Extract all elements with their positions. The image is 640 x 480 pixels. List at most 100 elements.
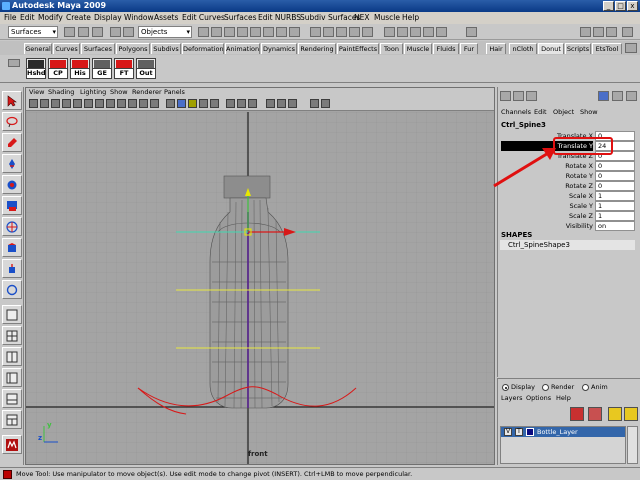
shelf-button-his[interactable]: His — [70, 58, 90, 79]
snap-point-icon[interactable] — [336, 27, 347, 37]
shelf-options-icon[interactable] — [8, 59, 20, 67]
textured-icon[interactable] — [277, 99, 286, 108]
hud-icon[interactable] — [288, 99, 297, 108]
smooth-shade-icon[interactable] — [177, 99, 186, 108]
attr-row-scale-z[interactable]: Scale Z 1 — [498, 211, 637, 221]
xray-joints-icon[interactable] — [237, 99, 246, 108]
attr-row-scale-y[interactable]: Scale Y 1 — [498, 201, 637, 211]
menu-subdiv-surfaces[interactable]: Subdiv Surfaces — [300, 13, 360, 23]
soft-mod-tool[interactable] — [2, 238, 22, 257]
shelf-tab-deformation[interactable]: Deformation — [182, 43, 224, 54]
shelf-tab-general[interactable]: General — [24, 43, 52, 54]
menu-edit-curves[interactable]: Edit Curves — [182, 13, 225, 23]
universal-manipulator-tool[interactable] — [2, 217, 22, 236]
channel-box-icon[interactable] — [500, 91, 511, 101]
viewport-options-icon[interactable] — [321, 99, 330, 108]
viewport-menu-view[interactable]: View — [29, 88, 44, 97]
select-rendering-icon[interactable] — [276, 27, 287, 37]
shelf-button-ft[interactable]: FT — [114, 58, 134, 79]
shape-node-row[interactable]: Ctrl_SpineShape3 — [500, 240, 635, 250]
menu-edit-nurbs[interactable]: Edit NURBS — [258, 13, 301, 23]
layer-menu-options[interactable]: Options — [526, 393, 551, 403]
layer-menu-help[interactable]: Help — [556, 393, 571, 403]
select-surfaces-icon[interactable] — [237, 27, 248, 37]
shelf-tab-rendering[interactable]: Rendering — [298, 43, 336, 54]
ipr-render-icon[interactable] — [423, 27, 434, 37]
attr-value-field[interactable]: on — [595, 221, 635, 231]
maximize-button[interactable]: □ — [615, 1, 626, 11]
selected-object-name[interactable]: Ctrl_Spine3 — [501, 121, 546, 129]
cb-menu-edit[interactable]: Edit — [534, 107, 547, 117]
resolution-gate-icon[interactable] — [95, 99, 104, 108]
layer-editor-icon[interactable] — [513, 91, 524, 101]
channel-layer-icon[interactable] — [526, 91, 537, 101]
rotate-tool[interactable] — [2, 175, 22, 194]
make-live-icon[interactable] — [362, 27, 373, 37]
menu-file[interactable]: File — [4, 13, 17, 23]
safe-title-icon[interactable] — [139, 99, 148, 108]
menu-surfaces[interactable]: Surfaces — [224, 13, 256, 23]
shelf-tab-ncloth[interactable]: nCloth — [509, 43, 537, 54]
shelf-button-cp[interactable]: CP — [48, 58, 68, 79]
menu-create[interactable]: Create — [66, 13, 91, 23]
tool-settings-icon[interactable] — [612, 91, 623, 101]
move-tool[interactable] — [2, 154, 22, 173]
layout-hypershade[interactable] — [2, 410, 22, 429]
layer-mode-render[interactable]: Render — [542, 383, 574, 392]
grid-toggle-icon[interactable] — [73, 99, 82, 108]
render-current-frame-icon[interactable] — [410, 27, 421, 37]
layer-name[interactable]: Bottle_Layer — [537, 427, 578, 437]
render-settings-icon[interactable] — [436, 27, 447, 37]
shelf-tab-scripts[interactable]: Scripts — [565, 43, 591, 54]
menu-muscle[interactable]: Muscle — [374, 13, 400, 23]
select-deformations-icon[interactable] — [250, 27, 261, 37]
layer-template-toggle[interactable]: T — [515, 428, 523, 436]
high-quality-icon[interactable] — [266, 99, 275, 108]
scale-tool[interactable] — [2, 196, 22, 215]
history-icon[interactable] — [384, 27, 395, 37]
snap-curve-icon[interactable] — [323, 27, 334, 37]
cb-menu-show[interactable]: Show — [580, 107, 598, 117]
shelf-tab-surfaces[interactable]: Surfaces — [81, 43, 115, 54]
menu-nex[interactable]: NEX — [354, 13, 370, 23]
select-tool[interactable] — [2, 91, 22, 110]
select-curves-icon[interactable] — [224, 27, 235, 37]
layout-persp-outliner[interactable] — [2, 368, 22, 387]
viewport-menu-renderer[interactable]: Renderer — [132, 88, 162, 97]
new-scene-icon[interactable] — [64, 27, 75, 37]
shelf-tab-etstool[interactable]: EtsTool — [592, 43, 622, 54]
shelf-tab-polygons[interactable]: Polygons — [116, 43, 150, 54]
shelf-tab-donut[interactable]: Donut — [538, 43, 564, 54]
snap-grid-icon[interactable] — [310, 27, 321, 37]
menu-display[interactable]: Display — [94, 13, 122, 23]
shelf-tab-animation[interactable]: Animation — [225, 43, 260, 54]
select-dynamics-icon[interactable] — [263, 27, 274, 37]
show-channel-box-icon[interactable] — [606, 27, 617, 37]
shelf-tab-toon[interactable]: Toon — [380, 43, 403, 54]
layer-list-scrollbar[interactable] — [627, 426, 638, 464]
last-used-tool[interactable] — [2, 280, 22, 299]
default-light-icon[interactable] — [188, 99, 197, 108]
viewport-2-icon[interactable] — [310, 99, 319, 108]
camera-attributes-icon[interactable] — [40, 99, 49, 108]
maya-quick-tool[interactable] — [2, 435, 22, 454]
shelf-tab-curves[interactable]: Curves — [53, 43, 80, 54]
layout-graph-editor[interactable] — [2, 389, 22, 408]
close-button[interactable]: x — [627, 1, 638, 11]
layout-four-pane[interactable] — [2, 326, 22, 345]
input-line-icon[interactable] — [466, 27, 477, 37]
shelf-button-ge[interactable]: GE — [92, 58, 112, 79]
attr-value-field[interactable]: 0 — [595, 181, 635, 191]
minimize-button[interactable]: _ — [603, 1, 614, 11]
attr-value-field[interactable]: 0 — [595, 171, 635, 181]
menu-set-dropdown[interactable]: Surfaces — [8, 26, 58, 38]
select-handles-icon[interactable] — [198, 27, 209, 37]
snap-view-plane-icon[interactable] — [349, 27, 360, 37]
wireframe-icon[interactable] — [166, 99, 175, 108]
selection-mask-dropdown[interactable]: Objects — [138, 26, 192, 38]
paint-select-tool[interactable] — [2, 133, 22, 152]
use-all-lights-icon[interactable] — [199, 99, 208, 108]
select-misc-icon[interactable] — [289, 27, 300, 37]
viewport-canvas[interactable]: y z front — [26, 112, 494, 464]
viewport-menu-show[interactable]: Show — [110, 88, 128, 97]
